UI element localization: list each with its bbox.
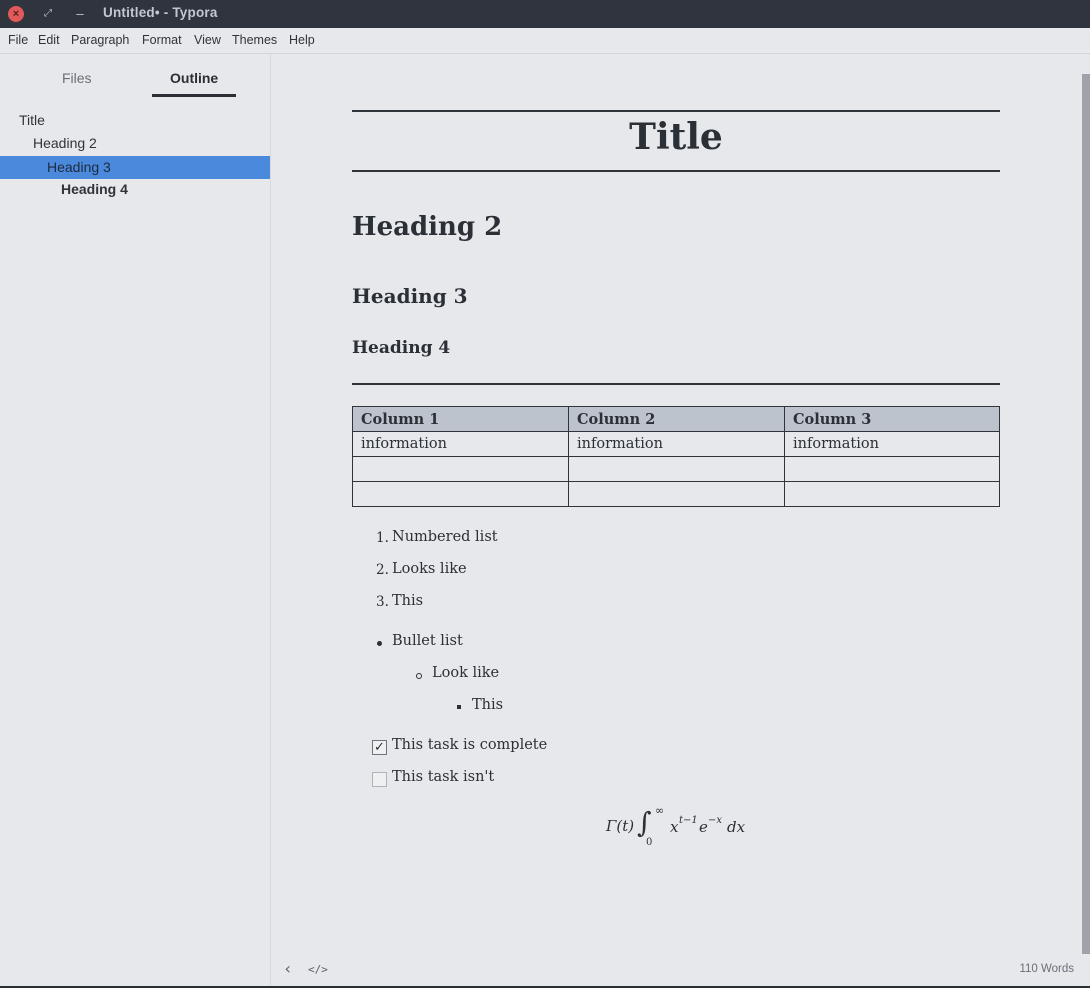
task-checkbox-checked[interactable]: ✓ [372, 740, 387, 755]
menu-file[interactable]: File [8, 33, 28, 47]
table-cell[interactable] [784, 456, 1000, 482]
outline-item-heading-3[interactable]: Heading 3 [0, 156, 270, 179]
bullet-square-icon [457, 705, 461, 709]
editor-area[interactable]: Title Heading 2 Heading 3 Heading 4 Colu… [271, 54, 1090, 986]
outline-item-heading-4[interactable]: Heading 4 [0, 178, 270, 201]
numbered-list-item[interactable]: This [392, 593, 423, 609]
table-cell[interactable]: information [352, 431, 569, 457]
typora-window: × ⤢ – Untitled• - Typora File Edit Parag… [0, 0, 1090, 988]
math-upper-limit: ∞ [655, 804, 665, 817]
numbered-list-item[interactable]: Numbered list [392, 529, 498, 545]
doc-title[interactable]: Title [352, 116, 1000, 158]
task-checkbox-unchecked[interactable] [372, 772, 387, 787]
title-rule-bottom [352, 170, 1000, 172]
menu-format[interactable]: Format [142, 33, 182, 47]
scrollbar[interactable] [1082, 74, 1090, 954]
task-item-complete[interactable]: This task is complete [392, 737, 547, 753]
math-e-exponent: −x [708, 815, 723, 826]
bullet-list-item[interactable]: This [472, 697, 503, 713]
table-cell[interactable] [784, 481, 1000, 507]
tab-outline[interactable]: Outline [170, 70, 218, 86]
table-cell[interactable] [568, 456, 785, 482]
doc-heading-4[interactable]: Heading 4 [352, 338, 450, 358]
list-number: 3. [376, 594, 389, 610]
math-dx: dx [727, 818, 746, 836]
table-cell[interactable] [352, 456, 569, 482]
math-e: e [699, 818, 708, 836]
source-code-icon[interactable]: </> [308, 963, 328, 976]
list-number: 1. [376, 530, 389, 546]
word-count[interactable]: 110 Words [1019, 963, 1074, 975]
table-header-row: Column 1 Column 2 Column 3 [352, 406, 1000, 432]
bullet-list-item[interactable]: Look like [432, 665, 499, 681]
list-number: 2. [376, 562, 389, 578]
doc-heading-2[interactable]: Heading 2 [352, 212, 502, 242]
math-integral: ∫ [637, 806, 652, 839]
table-cell[interactable]: information [784, 431, 1000, 457]
horizontal-rule [352, 383, 1000, 385]
status-footer: ‹ </> 110 Words [271, 954, 1082, 986]
table-header-cell[interactable]: Column 2 [568, 406, 785, 432]
window-title: Untitled• - Typora [103, 5, 218, 20]
bullet-list-item[interactable]: Bullet list [392, 633, 463, 649]
table-row: information information information [352, 431, 1000, 457]
bullet-disc-icon [377, 641, 382, 646]
menu-help[interactable]: Help [289, 33, 315, 47]
table-header-cell[interactable]: Column 3 [784, 406, 1000, 432]
math-x: x [670, 818, 679, 836]
table-cell[interactable] [568, 481, 785, 507]
outline-item-title[interactable]: Title [0, 109, 270, 132]
active-tab-indicator [152, 94, 236, 97]
table-row [352, 456, 1000, 482]
doc-heading-3[interactable]: Heading 3 [352, 284, 468, 308]
outline-item-heading-2[interactable]: Heading 2 [0, 132, 270, 155]
restore-icon[interactable]: ⤢ [40, 6, 56, 22]
math-x-exponent: t−1 [679, 815, 698, 826]
menu-edit[interactable]: Edit [38, 33, 60, 47]
numbered-list-item[interactable]: Looks like [392, 561, 467, 577]
math-lower-limit: 0 [646, 837, 653, 848]
title-rule-top [352, 110, 1000, 112]
table-cell[interactable] [352, 481, 569, 507]
table-header-cell[interactable]: Column 1 [352, 406, 569, 432]
menu-bar: File Edit Paragraph Format View Themes H… [0, 28, 1090, 54]
menu-paragraph[interactable]: Paragraph [71, 33, 129, 47]
tab-files[interactable]: Files [62, 70, 92, 86]
table-cell[interactable]: information [568, 431, 785, 457]
menu-themes[interactable]: Themes [232, 33, 277, 47]
title-bar: × ⤢ – Untitled• - Typora [0, 0, 1090, 28]
sidebar: Files Outline Title Heading 2 Heading 3 … [0, 54, 271, 986]
table-row [352, 481, 1000, 507]
math-gamma: Γ(t) [606, 817, 635, 835]
close-icon[interactable]: × [8, 6, 24, 22]
minimize-icon[interactable]: – [72, 6, 88, 22]
doc-table[interactable]: Column 1 Column 2 Column 3 information i… [352, 406, 1000, 507]
task-item-incomplete[interactable]: This task isn't [392, 769, 494, 785]
chevron-left-icon[interactable]: ‹ [283, 959, 293, 978]
menu-view[interactable]: View [194, 33, 221, 47]
bullet-circle-icon [416, 673, 422, 679]
